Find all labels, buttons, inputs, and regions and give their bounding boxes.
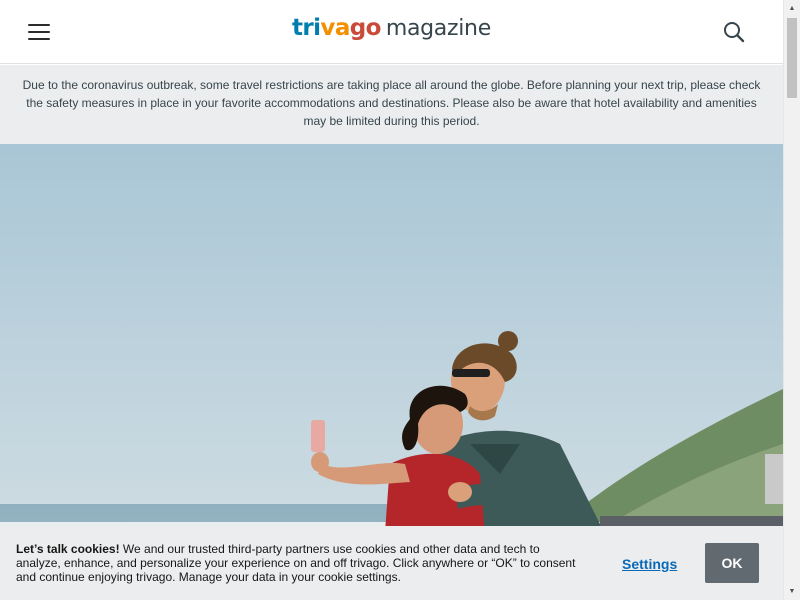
search-icon[interactable] — [722, 20, 746, 44]
cookie-heading: Let’s talk cookies! — [16, 542, 120, 556]
hamburger-menu-icon[interactable] — [27, 21, 51, 43]
cookie-settings-link[interactable]: Settings — [622, 556, 677, 572]
logo-brand: trivago — [292, 15, 381, 41]
scrollbar-thumb[interactable] — [787, 18, 797, 98]
vertical-scrollbar[interactable]: ▲ ▼ — [783, 0, 800, 600]
trivago-magazine-logo[interactable]: trivago magazine — [292, 15, 491, 49]
travel-restrictions-notice: Due to the coronavirus outbreak, some tr… — [0, 65, 783, 144]
scroll-up-arrow-icon[interactable]: ▲ — [784, 0, 800, 17]
cookie-message: Let’s talk cookies! We and our trusted t… — [16, 542, 586, 584]
cookie-ok-button[interactable]: OK — [705, 543, 759, 583]
site-header: trivago magazine — [0, 0, 783, 64]
page: trivago magazine Due to the coronavirus … — [0, 0, 783, 600]
scroll-down-arrow-icon[interactable]: ▼ — [784, 583, 800, 600]
cookie-consent-banner[interactable]: Let’s talk cookies! We and our trusted t… — [0, 526, 783, 600]
logo-word: magazine — [385, 16, 491, 41]
